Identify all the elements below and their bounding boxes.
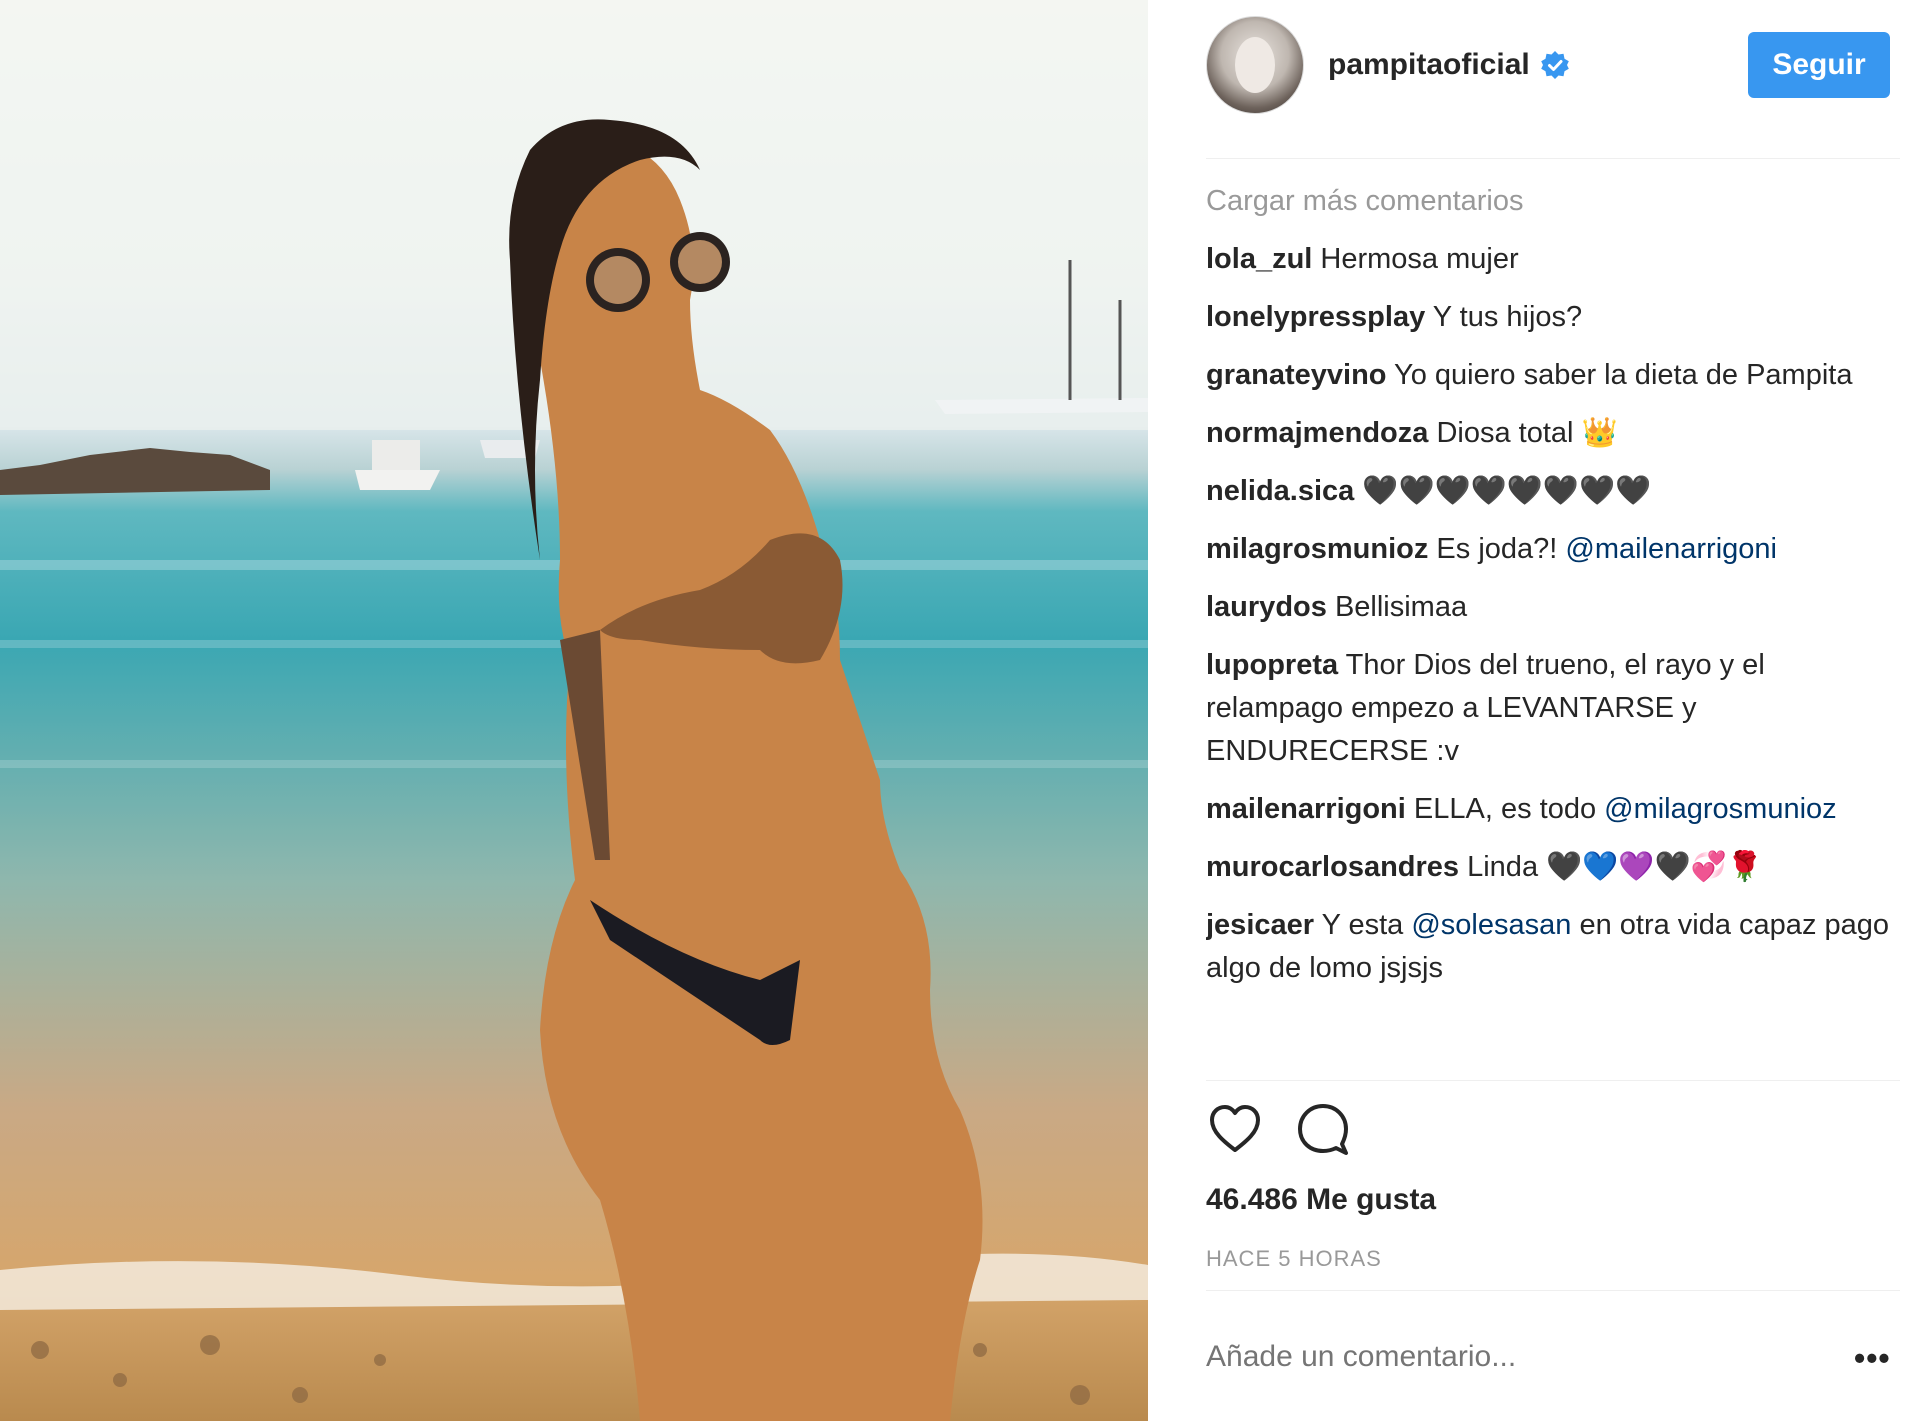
comment-username[interactable]: normajmendoza [1206,417,1428,449]
comment-item: laurydos Bellisimaa [1206,586,1890,629]
comment-item: nelida.sica 🖤🖤🖤🖤🖤🖤🖤🖤 [1206,470,1890,513]
comment-text: Hermosa mujer [1320,243,1519,275]
comment-text: Yo quiero saber la dieta de Pampita [1394,359,1853,391]
comment-username[interactable]: milagrosmunioz [1206,533,1428,565]
verified-badge-icon [1540,51,1569,79]
header-divider [1206,158,1900,159]
load-more-comments-link[interactable]: Cargar más comentarios [1206,180,1890,223]
comment-item: normajmendoza Diosa total 👑 [1206,412,1890,455]
comment-text: Bellisimaa [1334,591,1468,623]
comment-text: 🖤🖤🖤🖤🖤🖤🖤🖤 [1362,475,1652,507]
comment-item: lupopreta Thor Dios del trueno, el rayo … [1206,644,1890,773]
comment-username[interactable]: lola_zul [1206,243,1312,275]
comment-username[interactable]: nelida.sica [1206,475,1354,507]
comment-item: lonelypressplay Y tus hijos? [1206,296,1890,339]
comment-item: jesicaer Y esta @solesasan en otra vida … [1206,904,1890,990]
comment-item: milagrosmunioz Es joda?! @mailenarrigoni [1206,528,1890,571]
comment-username[interactable]: jesicaer [1206,909,1314,941]
comment-text: Linda 🖤💙💜🖤💞🌹 [1467,851,1763,883]
comment-mention[interactable]: @milagrosmunioz [1604,793,1837,825]
comment-item: mailenarrigoni ELLA, es todo @milagrosmu… [1206,788,1890,831]
comment-text: Diosa total 👑 [1436,417,1618,449]
comment-username[interactable]: granateyvino [1206,359,1387,391]
comment-username[interactable]: mailenarrigoni [1206,793,1406,825]
comment-mention[interactable]: @mailenarrigoni [1565,533,1777,565]
post-timestamp: HACE 5 HORAS [1206,1246,1382,1271]
beach-photo-illustration [0,0,1148,1421]
comment-username[interactable]: laurydos [1206,591,1327,623]
more-options-icon[interactable]: ••• [1854,1340,1891,1377]
username-row: pampitaoficial [1328,48,1570,82]
post-side-panel: pampitaoficial Seguir Cargar más comenta… [1148,0,1920,1421]
comment-username[interactable]: lonelypressplay [1206,301,1425,333]
comment-username[interactable]: murocarlosandres [1206,851,1459,883]
add-comment-input[interactable] [1206,1340,1826,1374]
comments-divider [1206,1080,1900,1081]
heart-icon[interactable] [1206,1100,1264,1158]
username[interactable]: pampitaoficial [1328,48,1530,82]
post-photo[interactable] [0,0,1148,1421]
post-header: pampitaoficial Seguir [1206,16,1900,114]
avatar[interactable] [1206,16,1304,114]
comment-item: lola_zul Hermosa mujer [1206,238,1890,281]
post-actions [1206,1100,1352,1158]
comment-text: Y tus hijos? [1432,301,1583,333]
comment-mention[interactable]: @solesasan [1411,909,1571,941]
footer-divider [1206,1290,1900,1291]
comment-item: murocarlosandres Linda 🖤💙💜🖤💞🌹 [1206,846,1890,889]
comment-text: ELLA, es todo [1413,793,1597,825]
likes-count[interactable]: 46.486 Me gusta [1206,1183,1436,1217]
comment-username[interactable]: lupopreta [1206,649,1338,681]
follow-button[interactable]: Seguir [1748,32,1890,98]
comment-text: Es joda?! [1436,533,1558,565]
comment-item: granateyvino Yo quiero saber la dieta de… [1206,354,1890,397]
comments-list: Cargar más comentarios lola_zul Hermosa … [1206,180,1890,1080]
comment-text: Y esta [1321,909,1404,941]
comment-icon[interactable] [1294,1100,1352,1158]
